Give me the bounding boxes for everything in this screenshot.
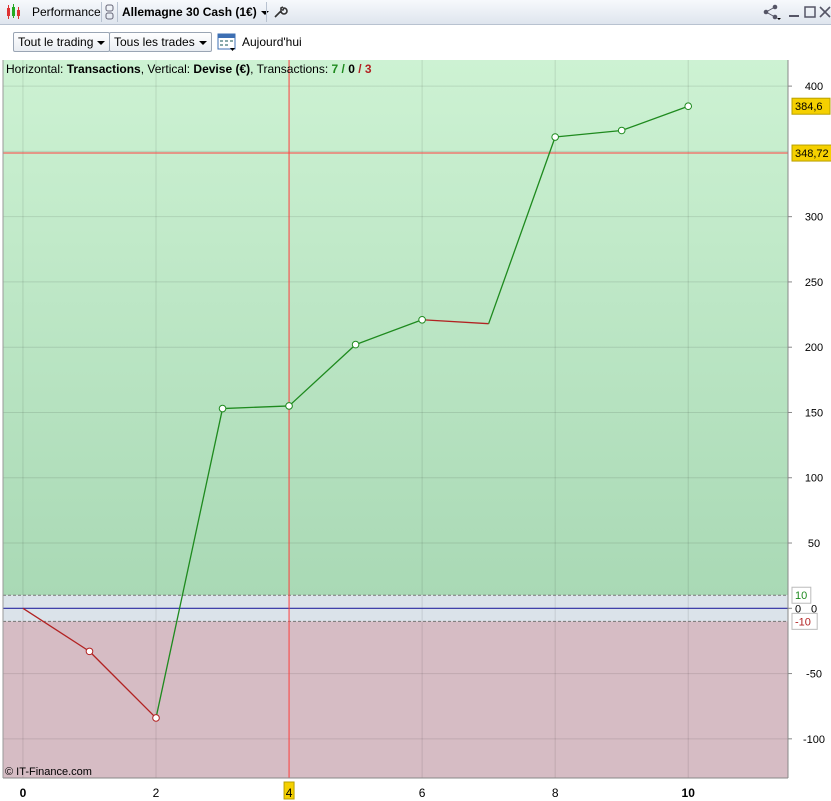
chart-info-line: Horizontal: Transactions, Vertical: Devi… [6, 62, 372, 76]
trading-filter-dropdown[interactable]: Tout le trading [13, 32, 111, 52]
trade-point[interactable] [285, 402, 293, 410]
divider [117, 2, 118, 22]
instrument-selector[interactable]: Allemagne 30 Cash (1€) [122, 0, 269, 24]
x-tick-label: 0 [20, 786, 27, 800]
info-t-label: , Transactions: [250, 62, 332, 76]
profit-zone [3, 60, 788, 596]
cursor-x-label: 4 [286, 786, 293, 800]
info-neutral: 0 [348, 62, 355, 76]
info-v-value: Devise (€) [193, 62, 251, 76]
band-upper-label: 10 [795, 590, 807, 602]
x-tick-label: 8 [552, 786, 559, 800]
zero-label: 0 [795, 603, 801, 615]
trade-point[interactable] [218, 404, 227, 413]
chevron-down-icon [260, 10, 269, 15]
trade-point[interactable] [551, 133, 559, 141]
wrench-icon[interactable] [272, 4, 288, 20]
trade-point[interactable] [351, 340, 360, 349]
info-h-value: Transactions [66, 62, 141, 76]
candlestick-icon [7, 4, 20, 19]
divider [101, 2, 102, 22]
trade-point[interactable] [152, 714, 160, 722]
instrument-name: Allemagne 30 Cash (1€) [122, 5, 257, 19]
tab-performance[interactable]: Performance [32, 0, 101, 24]
calendar-icon[interactable] [217, 32, 237, 52]
equity-chart[interactable]: -100-500501001502002503004000 2 6 8 10 384,6… [0, 60, 831, 801]
info-losses: 3 [364, 62, 372, 76]
band-lower-label: -10 [795, 616, 811, 628]
x-tick-label: 2 [153, 786, 160, 800]
y-tick-label: 50 [808, 538, 820, 550]
y-tick-label: 250 [805, 277, 823, 289]
y-tick-label: 400 [805, 81, 823, 93]
link-chain-icon[interactable] [104, 4, 116, 20]
x-tick-label: 10 [682, 786, 696, 800]
x-axis-area [0, 778, 788, 801]
last-value-label: 384,6 [795, 101, 823, 113]
chevron-down-icon [198, 40, 207, 45]
divider [266, 2, 267, 22]
y-tick-label: 300 [805, 212, 823, 224]
trade-point[interactable] [418, 315, 426, 324]
y-tick-label: 150 [805, 407, 823, 419]
share-icon[interactable] [762, 3, 782, 21]
y-axis-area [788, 60, 831, 801]
y-tick-label: 100 [805, 473, 823, 485]
trade-point[interactable] [684, 102, 693, 111]
trades-filter-dropdown[interactable]: Tous les trades [109, 32, 212, 52]
trades-filter-value: Tous les trades [114, 35, 195, 49]
y-tick-label: -50 [806, 669, 822, 681]
y-tick-label: 200 [805, 342, 823, 354]
trade-point[interactable] [617, 126, 626, 135]
info-h-label: Horizontal: [6, 62, 67, 76]
trading-filter-value: Tout le trading [18, 35, 94, 49]
x-tick-label: 6 [419, 786, 426, 800]
cursor-y-label: 348,72 [795, 148, 829, 160]
info-slash: / [354, 62, 365, 76]
trade-point[interactable] [85, 647, 94, 656]
minimize-icon[interactable] [788, 4, 800, 20]
chevron-down-icon [97, 40, 106, 45]
copyright: © IT-Finance.com [5, 766, 92, 778]
loss-zone [3, 621, 788, 778]
info-v-label: , Vertical: [140, 62, 194, 76]
y-tick-label: -100 [803, 734, 825, 746]
maximize-icon[interactable] [804, 4, 816, 20]
title-bar: Performance Allemagne 30 Cash (1€) [0, 0, 831, 25]
close-icon[interactable] [819, 4, 831, 20]
info-slash: / [338, 62, 349, 76]
date-label[interactable]: Aujourd'hui [242, 35, 302, 49]
